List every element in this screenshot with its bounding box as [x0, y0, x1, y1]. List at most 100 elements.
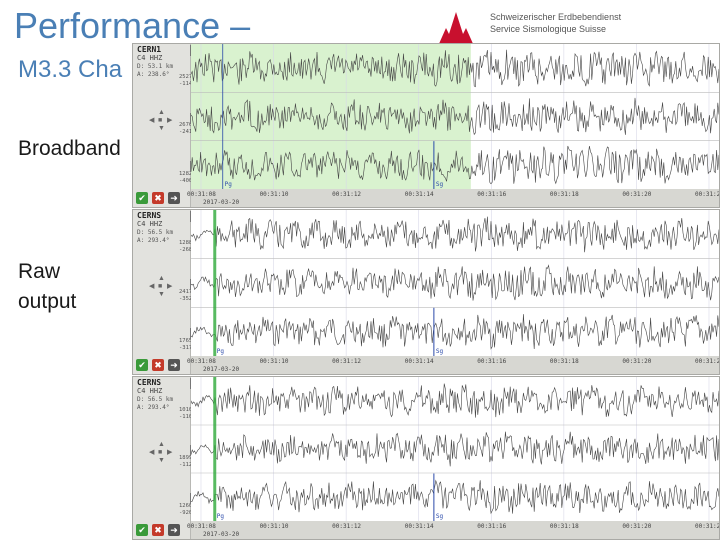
time-tick-label: 00:31:20	[622, 191, 652, 198]
date-label: 2017-03-20	[203, 199, 240, 206]
logo: Schweizerischer Erdbebendienst Service S…	[436, 10, 686, 46]
arrow-down-icon[interactable]: ▼	[158, 291, 165, 298]
waveform-plot[interactable]: Pg Sg	[191, 44, 719, 189]
label-broadband: Broadband	[18, 137, 121, 160]
export-icon[interactable]: ➜	[168, 524, 180, 536]
time-tick-label: 00:31:20	[622, 358, 652, 365]
waveform-trace	[191, 314, 719, 350]
waveform-trace	[191, 431, 719, 467]
arrow-left-icon[interactable]: ◀	[149, 283, 154, 290]
center-icon[interactable]: ■	[158, 449, 162, 456]
reject-x-icon[interactable]: ✖	[152, 192, 164, 204]
time-tick-label: 00:31:16	[477, 358, 507, 365]
time-tick-label: 00:31:20	[622, 523, 652, 530]
time-axis: 00:31:08 00:31:10 00:31:12 00:31:14 00:31:16…	[187, 356, 720, 374]
station-info: CERNS C4 HHZ D: 56.5 km A: 293.4° 101010…	[133, 377, 209, 539]
arrow-down-icon[interactable]: ▼	[158, 125, 165, 132]
accept-check-icon[interactable]: ✔	[136, 524, 148, 536]
station-info: CERN1 C4 HHZ D: 53.1 km A: 238.6° 252735…	[133, 44, 206, 207]
waveform-svg	[191, 44, 719, 189]
time-tick-label: 00:31:16	[477, 523, 507, 530]
time-axis: 00:31:08 00:31:10 00:31:12 00:31:14 00:31:16…	[187, 189, 720, 207]
phase-label-pg: Pg	[224, 181, 232, 188]
time-tick-label: 00:31:10	[259, 191, 289, 198]
reject-x-icon[interactable]: ✖	[152, 524, 164, 536]
accept-check-icon[interactable]: ✔	[136, 192, 148, 204]
center-icon[interactable]: ■	[158, 117, 162, 124]
time-tick-label: 00:31:10	[259, 358, 289, 365]
time-tick-label: 00:31:16	[477, 191, 507, 198]
channel-code: C4 HHZ	[137, 387, 163, 395]
time-tick-label: 00:31:22	[695, 523, 720, 530]
azimuth: A: 238.6°	[137, 71, 170, 78]
waveform-svg	[191, 377, 719, 521]
label-output: output	[18, 290, 77, 313]
slide-title: Performance –	[14, 5, 251, 46]
pan-zoom-controls[interactable]: ▲ ◀ ■ ▶ ▼	[149, 441, 173, 465]
export-icon[interactable]: ➜	[168, 192, 180, 204]
time-tick-label: 00:31:22	[695, 191, 720, 198]
arrow-right-icon[interactable]: ▶	[167, 449, 172, 456]
pan-zoom-controls[interactable]: ▲ ◀ ■ ▶ ▼	[149, 109, 173, 133]
pan-zoom-controls[interactable]: ▲ ◀ ■ ▶ ▼	[149, 275, 173, 299]
waveform-panel-raw-1: CERNS C4 HHZ D: 56.5 km A: 293.4° 128890…	[132, 209, 720, 375]
time-tick-label: 00:31:08	[187, 358, 216, 365]
time-tick-label: 00:31:14	[404, 523, 434, 530]
time-tick-label: 00:31:08	[187, 523, 216, 530]
waveform-plot[interactable]: Pg Sg	[191, 377, 719, 521]
waveform-trace	[191, 383, 719, 418]
time-tick-label: 00:31:22	[695, 358, 720, 365]
time-tick-label: 00:31:18	[549, 191, 579, 198]
date-label: 2017-03-20	[203, 531, 240, 538]
export-icon[interactable]: ➜	[168, 359, 180, 371]
time-tick-label: 00:31:18	[549, 523, 579, 530]
waveform-panel-raw-2: CERNS C4 HHZ D: 56.5 km A: 293.4° 101010…	[132, 376, 720, 540]
station-code: CERNS	[137, 211, 162, 220]
slide-subtitle: M3.3 Cha	[18, 56, 123, 83]
arrow-up-icon[interactable]: ▲	[158, 441, 165, 448]
azimuth: A: 293.4°	[137, 237, 170, 244]
waveform-trace	[191, 264, 719, 301]
arrow-right-icon[interactable]: ▶	[167, 117, 172, 124]
station-code: CERNS	[137, 378, 162, 387]
channel-code: C4 HHZ	[137, 54, 163, 62]
date-label: 2017-03-20	[203, 366, 240, 373]
waveform-plot[interactable]: Pg Sg	[191, 210, 719, 356]
azimuth: A: 293.4°	[137, 404, 170, 411]
reject-x-icon[interactable]: ✖	[152, 359, 164, 371]
arrow-left-icon[interactable]: ◀	[149, 117, 154, 124]
phase-label-pg: Pg	[216, 348, 224, 355]
center-icon[interactable]: ■	[158, 283, 162, 290]
time-tick-label: 00:31:14	[404, 191, 434, 198]
seismo-logo-icon	[438, 12, 474, 46]
label-raw: Raw	[18, 260, 61, 283]
phase-label-sg: Sg	[435, 513, 444, 520]
logo-line-2: Service Sismologique Suisse	[490, 24, 607, 34]
time-tick-label: 00:31:14	[404, 358, 434, 365]
distance: D: 56.5 km	[137, 229, 174, 236]
distance: D: 56.5 km	[137, 396, 174, 403]
arrow-down-icon[interactable]: ▼	[158, 457, 165, 464]
phase-label-sg: Sg	[435, 181, 444, 188]
phase-label-pg: Pg	[216, 513, 224, 520]
station-code: CERN1	[137, 45, 162, 54]
waveform-svg	[191, 210, 719, 356]
waveform-panel-broadband: CERN1 C4 HHZ D: 53.1 km A: 238.6° 252735…	[132, 43, 720, 208]
channel-code: C4 HHZ	[137, 220, 163, 228]
time-axis: 00:31:08 00:31:10 00:31:12 00:31:14 00:31:16…	[187, 521, 720, 539]
arrow-up-icon[interactable]: ▲	[158, 109, 165, 116]
phase-label-sg: Sg	[435, 348, 444, 355]
arrow-right-icon[interactable]: ▶	[167, 283, 172, 290]
time-tick-label: 00:31:18	[549, 358, 579, 365]
waveform-trace	[191, 479, 719, 515]
time-tick-label: 00:31:08	[187, 191, 216, 198]
time-tick-label: 00:31:12	[332, 358, 362, 365]
arrow-up-icon[interactable]: ▲	[158, 275, 165, 282]
time-tick-label: 00:31:12	[332, 523, 362, 530]
logo-line-1: Schweizerischer Erdbebendienst	[490, 12, 622, 22]
waveform-trace	[191, 216, 719, 253]
accept-check-icon[interactable]: ✔	[136, 359, 148, 371]
arrow-left-icon[interactable]: ◀	[149, 449, 154, 456]
time-tick-label: 00:31:10	[259, 523, 289, 530]
time-tick-label: 00:31:12	[332, 191, 362, 198]
